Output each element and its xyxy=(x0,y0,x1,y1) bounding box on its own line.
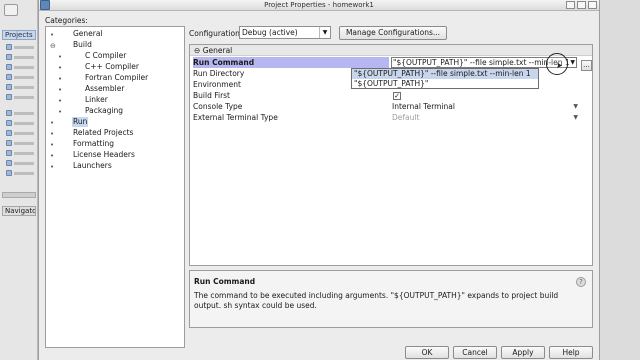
help-icon[interactable]: ? xyxy=(576,277,586,287)
chevron-down-icon[interactable]: ▼ xyxy=(570,58,575,67)
run-command-browse-button[interactable]: ... xyxy=(581,60,592,71)
property-row-external-terminal-type[interactable]: External Terminal Type Default ▼ xyxy=(190,112,580,123)
categories-label: Categories: xyxy=(45,16,88,25)
close-icon[interactable] xyxy=(588,1,597,9)
tree-dot-icon: • xyxy=(58,108,63,116)
configuration-select[interactable]: Debug (active) ▼ xyxy=(239,26,331,39)
configuration-label: Configuration: xyxy=(189,29,243,38)
tree-node[interactable] xyxy=(6,130,36,137)
tree-dot-icon: • xyxy=(50,163,55,171)
mouse-cursor-icon: ➤ xyxy=(556,61,563,70)
maximize-icon[interactable] xyxy=(577,1,586,9)
configuration-value: Debug (active) xyxy=(242,28,298,37)
ide-side-panel: Projects Navigator xyxy=(0,0,38,360)
tree-dot-icon: • xyxy=(58,64,63,72)
manage-configurations-button[interactable]: Manage Configurations... xyxy=(339,26,447,40)
section-title: General xyxy=(202,46,233,55)
build-first-checkbox[interactable]: ✓ xyxy=(393,92,401,100)
tree-dot-icon: • xyxy=(50,119,55,127)
collapse-toggle-icon[interactable]: ⊖ xyxy=(194,46,200,55)
tree-dot-icon: • xyxy=(58,86,63,94)
navigator-tab[interactable]: Navigator xyxy=(2,206,36,216)
chevron-down-icon[interactable]: ▼ xyxy=(319,27,330,38)
cancel-button[interactable]: Cancel xyxy=(453,346,497,359)
property-name: Run Command xyxy=(193,57,389,68)
horizontal-scrollbar[interactable] xyxy=(2,192,36,198)
tree-node[interactable] xyxy=(6,94,36,101)
run-command-value[interactable]: "${OUTPUT_PATH}" --file simple.txt --min… xyxy=(393,58,570,67)
tree-node[interactable] xyxy=(6,84,36,91)
toolbar-icon[interactable] xyxy=(4,4,18,16)
tree-node[interactable] xyxy=(6,54,36,61)
description-panel: Run Command The command to be executed i… xyxy=(189,270,593,328)
projects-tab[interactable]: Projects xyxy=(2,30,36,40)
tree-dot-icon: • xyxy=(50,141,55,149)
chevron-down-icon[interactable]: ▼ xyxy=(573,101,578,112)
property-name: Console Type xyxy=(193,102,243,111)
dropdown-option[interactable]: "${OUTPUT_PATH}" --file simple.txt --min… xyxy=(352,69,538,79)
project-properties-dialog: Project Properties - homework1 Categorie… xyxy=(38,0,600,360)
tree-dot-icon: • xyxy=(50,130,55,138)
dropdown-option[interactable]: "${OUTPUT_PATH}" xyxy=(352,79,538,89)
run-command-dropdown: "${OUTPUT_PATH}" --file simple.txt --min… xyxy=(351,68,539,89)
tree-node[interactable] xyxy=(6,120,36,127)
dialog-titlebar[interactable]: Project Properties - homework1 xyxy=(39,0,599,11)
project-tree xyxy=(2,42,36,192)
apply-button[interactable]: Apply xyxy=(501,346,545,359)
tree-node[interactable] xyxy=(6,140,36,147)
ide-background-right xyxy=(600,0,640,360)
tree-node[interactable] xyxy=(6,150,36,157)
tree-dot-icon: • xyxy=(58,53,63,61)
expand-toggle-icon[interactable]: ⊖ xyxy=(50,41,56,51)
properties-section-header[interactable]: ⊖ General xyxy=(190,45,592,56)
tree-node[interactable] xyxy=(6,170,36,177)
tree-dot-icon: • xyxy=(58,75,63,83)
chevron-down-icon: ▼ xyxy=(573,114,578,121)
tree-dot-icon: • xyxy=(58,97,63,105)
tree-node[interactable] xyxy=(6,74,36,81)
console-type-select[interactable]: Internal Terminal ▼ xyxy=(392,101,582,112)
categories-tree: • General ⊖ Build • C Compiler • C++ Com… xyxy=(45,26,185,348)
description-title: Run Command xyxy=(194,277,256,286)
tree-dot-icon: • xyxy=(50,31,55,39)
property-row-console-type[interactable]: Console Type Internal Terminal ▼ xyxy=(190,101,580,112)
tree-node[interactable] xyxy=(6,64,36,71)
help-button[interactable]: Help xyxy=(549,346,593,359)
tree-node[interactable] xyxy=(6,160,36,167)
tree-node[interactable] xyxy=(6,110,36,117)
property-row-build-first[interactable]: Build First ✓ xyxy=(190,90,580,101)
property-name: Build First xyxy=(193,91,230,100)
tree-node[interactable] xyxy=(6,44,36,51)
property-row-run-command[interactable]: Run Command "${OUTPUT_PATH}" --file simp… xyxy=(190,57,580,68)
minimize-icon[interactable] xyxy=(566,1,575,9)
dialog-title: Project Properties - homework1 xyxy=(264,1,374,9)
property-name: External Terminal Type xyxy=(193,113,278,122)
ok-button[interactable]: OK xyxy=(405,346,449,359)
tree-dot-icon: • xyxy=(50,152,55,160)
external-terminal-select: Default ▼ xyxy=(392,113,578,122)
description-text: The command to be executed including arg… xyxy=(194,291,559,310)
